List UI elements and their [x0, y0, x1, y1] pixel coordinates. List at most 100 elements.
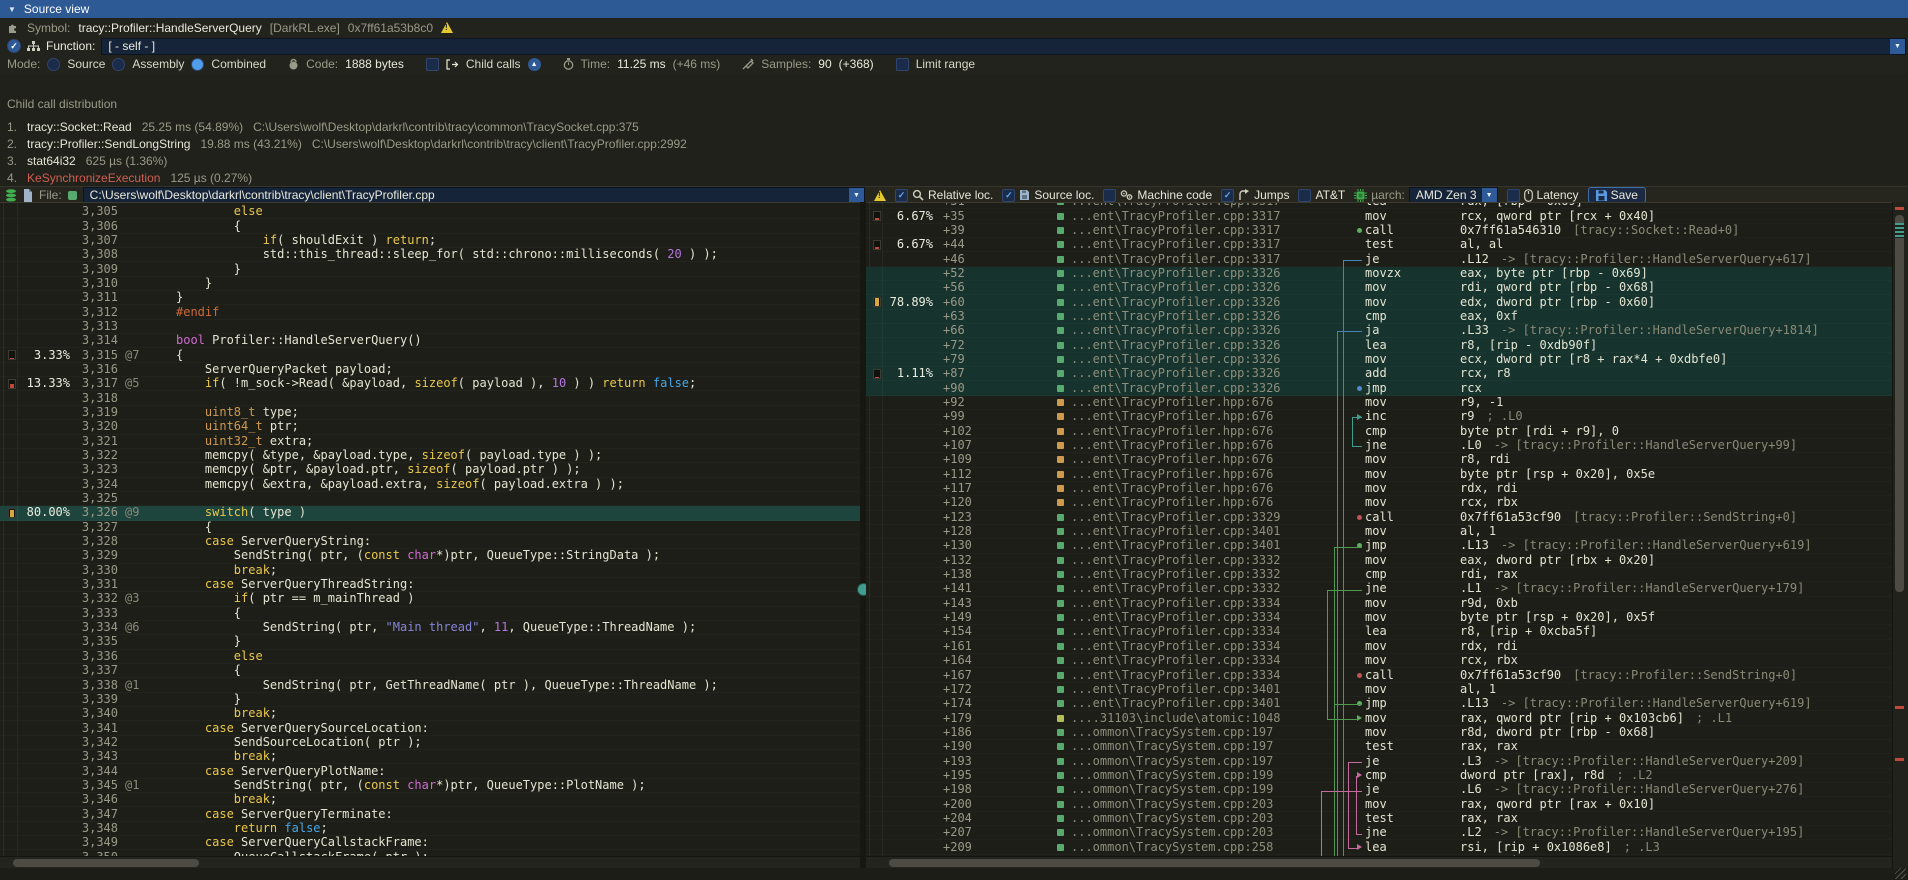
- asm-row[interactable]: 1.11%+87...ent\TracyProfiler.cpp:3326add…: [866, 367, 1892, 381]
- child-call-row[interactable]: 2.tracy::Profiler::SendLongString19.88 m…: [7, 136, 687, 151]
- source-line[interactable]: 3,342 SendSourceLocation( ptr );: [0, 736, 860, 750]
- latency-checkbox[interactable]: [1507, 189, 1520, 202]
- source-line[interactable]: 3,314bool Profiler::HandleServerQuery(): [0, 334, 860, 348]
- scrollbar-thumb[interactable]: [889, 859, 1540, 867]
- source-line[interactable]: 80.00%3,326@9 switch( type ): [0, 506, 860, 520]
- source-line[interactable]: 3,330 break;: [0, 564, 860, 578]
- asm-row[interactable]: +112...ent\TracyProfiler.hpp:676movbyte …: [866, 468, 1892, 482]
- source-line[interactable]: 3,332@3 if( ptr == m_mainThread ): [0, 592, 860, 606]
- source-line[interactable]: 3,306 {: [0, 219, 860, 233]
- asm-row[interactable]: +102...ent\TracyProfiler.hpp:676cmpbyte …: [866, 425, 1892, 439]
- source-line[interactable]: 3,329 SendString( ptr, (const char*)ptr,…: [0, 549, 860, 563]
- source-line[interactable]: 3,341 case ServerQuerySourceLocation:: [0, 721, 860, 735]
- source-loc-checkbox[interactable]: ✓: [1002, 189, 1015, 202]
- source-line[interactable]: 3,335 }: [0, 635, 860, 649]
- mode-option-assembly[interactable]: Assembly: [132, 57, 184, 71]
- file-icon[interactable]: [23, 189, 33, 202]
- source-line[interactable]: 3,322 memcpy( &type, &payload.type, size…: [0, 449, 860, 463]
- source-line[interactable]: 3,307 if( shouldExit ) return;: [0, 234, 860, 248]
- child-call-row[interactable]: 4.KeSynchronizeExecution125 µs (0.27%): [7, 171, 252, 186]
- source-line[interactable]: 3,312#endif: [0, 305, 860, 319]
- source-line[interactable]: 3,333 {: [0, 607, 860, 621]
- source-line[interactable]: 3,325: [0, 492, 860, 506]
- asm-row[interactable]: +154...ent\TracyProfiler.cpp:3334lear8, …: [866, 625, 1892, 639]
- latency-toggle[interactable]: Latency: [1507, 188, 1579, 202]
- file-select[interactable]: C:\Users\wolf\Desktop\darkrl\contrib\tra…: [83, 187, 865, 204]
- asm-row[interactable]: +132...ent\TracyProfiler.cpp:3332moveax,…: [866, 554, 1892, 568]
- asm-row[interactable]: +143...ent\TracyProfiler.cpp:3334movr9d,…: [866, 597, 1892, 611]
- function-select[interactable]: [ - self - ] ▼: [101, 38, 1906, 55]
- asm-row[interactable]: +123...ent\TracyProfiler.cpp:3329call0x7…: [866, 511, 1892, 525]
- child-calls-checkbox[interactable]: [426, 58, 439, 71]
- source-line[interactable]: 3,346 break;: [0, 793, 860, 807]
- title-bar[interactable]: ▼ Source view: [0, 0, 1908, 18]
- source-line[interactable]: 3,339 }: [0, 693, 860, 707]
- asm-row[interactable]: +56...ent\TracyProfiler.cpp:3326movrdi, …: [866, 281, 1892, 295]
- child-call-row[interactable]: 3.stat64i32625 µs (1.36%): [7, 154, 167, 169]
- asm-row[interactable]: +186...ommon\TracySystem.cpp:197movr8d, …: [866, 726, 1892, 740]
- source-line[interactable]: 3,347 case ServerQueryTerminate:: [0, 807, 860, 821]
- relative-loc-toggle[interactable]: ✓ Relative loc.: [895, 188, 993, 202]
- source-line[interactable]: 3,349 case ServerQueryCallstackFrame:: [0, 836, 860, 850]
- asm-row[interactable]: +164...ent\TracyProfiler.cpp:3334movrcx,…: [866, 654, 1892, 668]
- source-code-pane[interactable]: 3,305 else3,306 {3,307 if( shouldExit ) …: [0, 202, 860, 869]
- asm-row[interactable]: +179....31103\include\atomic:1048movrax,…: [866, 711, 1892, 725]
- asm-row[interactable]: +138...ent\TracyProfiler.cpp:3332cmprdi,…: [866, 568, 1892, 582]
- mode-option-combined[interactable]: Combined: [211, 57, 266, 71]
- source-line[interactable]: 3,348 return false;: [0, 822, 860, 836]
- asm-row[interactable]: +39...ent\TracyProfiler.cpp:3317call0x7f…: [866, 224, 1892, 238]
- source-line[interactable]: 3,309 }: [0, 262, 860, 276]
- jumps-toggle[interactable]: ✓ Jumps: [1221, 188, 1289, 202]
- machine-code-toggle[interactable]: Machine code: [1103, 188, 1212, 202]
- source-line[interactable]: 3,337 {: [0, 664, 860, 678]
- asm-row[interactable]: +128...ent\TracyProfiler.cpp:3401moval, …: [866, 525, 1892, 539]
- save-button[interactable]: Save: [1588, 187, 1646, 203]
- chevron-down-icon[interactable]: ▼: [1890, 39, 1905, 54]
- child-calls-label[interactable]: Child calls: [466, 57, 521, 71]
- asm-row[interactable]: +193...ommon\TracySystem.cpp:197je.L3-> …: [866, 754, 1892, 768]
- source-line[interactable]: 3,310 }: [0, 277, 860, 291]
- asm-row[interactable]: 6.67%+35...ent\TracyProfiler.cpp:3317mov…: [866, 209, 1892, 223]
- source-line[interactable]: 3,334@6 SendString( ptr, "Main thread", …: [0, 621, 860, 635]
- scrollbar-thumb[interactable]: [13, 859, 199, 867]
- att-toggle[interactable]: AT&T: [1298, 188, 1345, 202]
- limit-range-label[interactable]: Limit range: [916, 57, 975, 71]
- asm-row[interactable]: +190...ommon\TracySystem.cpp:197testrax,…: [866, 740, 1892, 754]
- scrollbar-thumb[interactable]: [1895, 215, 1904, 592]
- source-line[interactable]: 3,321 uint32_t extra;: [0, 435, 860, 449]
- asm-row[interactable]: +66...ent\TracyProfiler.cpp:3326ja.L33->…: [866, 324, 1892, 338]
- source-line[interactable]: 3,323 memcpy( &ptr, &payload.ptr, sizeof…: [0, 463, 860, 477]
- asm-row[interactable]: +207...ommon\TracySystem.cpp:203jne.L2->…: [866, 826, 1892, 840]
- asm-row[interactable]: +172...ent\TracyProfiler.cpp:3401moval, …: [866, 683, 1892, 697]
- asm-row[interactable]: +90...ent\TracyProfiler.cpp:3326jmprcx: [866, 381, 1892, 395]
- mode-radio-combined[interactable]: [191, 58, 204, 71]
- source-line[interactable]: 3,343 break;: [0, 750, 860, 764]
- source-line[interactable]: 3,318: [0, 391, 860, 405]
- asm-row[interactable]: +167...ent\TracyProfiler.cpp:3334call0x7…: [866, 668, 1892, 682]
- asm-row[interactable]: +72...ent\TracyProfiler.cpp:3326lear8, […: [866, 338, 1892, 352]
- resize-grip[interactable]: [1895, 868, 1906, 879]
- source-line[interactable]: 3,313: [0, 320, 860, 334]
- asm-row[interactable]: +161...ent\TracyProfiler.cpp:3334movrdx,…: [866, 640, 1892, 654]
- source-line[interactable]: 3,324 memcpy( &extra, &payload.extra, si…: [0, 478, 860, 492]
- source-line[interactable]: 3,328 case ServerQueryString:: [0, 535, 860, 549]
- source-line[interactable]: 3.33%3,315@7{: [0, 348, 860, 362]
- source-line[interactable]: 3,316 ServerQueryPacket payload;: [0, 363, 860, 377]
- assembly-pane[interactable]: +31...ent\TracyProfiler.cpp:3317leardx, …: [866, 202, 1892, 869]
- source-line[interactable]: 3,331 case ServerQueryThreadString:: [0, 578, 860, 592]
- asm-row[interactable]: +209...ommon\TracySystem.cpp:258learsi, …: [866, 840, 1892, 854]
- database-icon[interactable]: [5, 189, 17, 202]
- asm-row[interactable]: +52...ent\TracyProfiler.cpp:3326movzxeax…: [866, 267, 1892, 281]
- asm-row[interactable]: +46...ent\TracyProfiler.cpp:3317je.L12->…: [866, 252, 1892, 266]
- function-checkbox[interactable]: ✓: [7, 39, 21, 53]
- source-line[interactable]: 3,327 {: [0, 521, 860, 535]
- source-line[interactable]: 3,320 uint64_t ptr;: [0, 420, 860, 434]
- source-line[interactable]: 3,344 case ServerQueryPlotName:: [0, 764, 860, 778]
- asm-row[interactable]: +174...ent\TracyProfiler.cpp:3401jmp.L13…: [866, 697, 1892, 711]
- asm-row[interactable]: +109...ent\TracyProfiler.hpp:676movr8, r…: [866, 453, 1892, 467]
- child-call-row[interactable]: 1.tracy::Socket::Read25.25 ms (54.89%)C:…: [7, 119, 639, 134]
- asm-row[interactable]: +117...ent\TracyProfiler.hpp:676movrdx, …: [866, 482, 1892, 496]
- mode-radio-source[interactable]: [47, 58, 60, 71]
- source-line[interactable]: 13.33%3,317@5 if( !m_sock->Read( &payloa…: [0, 377, 860, 391]
- relative-loc-checkbox[interactable]: ✓: [895, 189, 908, 202]
